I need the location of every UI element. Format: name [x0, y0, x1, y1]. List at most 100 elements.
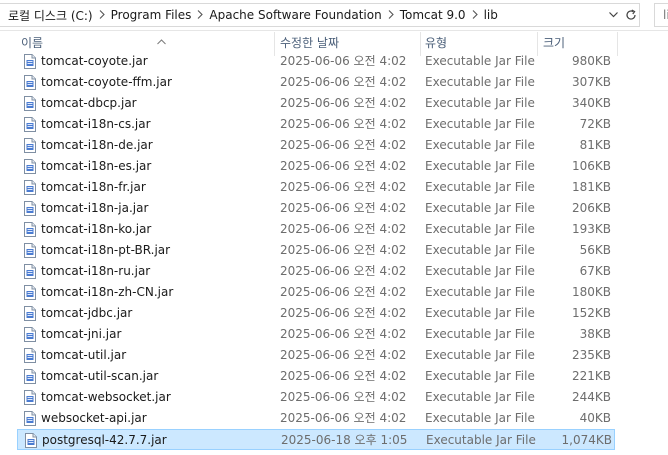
file-type: Executable Jar File: [425, 327, 535, 341]
column-header-date-label: 수정한 날짜: [280, 36, 340, 50]
file-row[interactable]: tomcat-i18n-zh-CN.jar 2025-06-06 오전 4:02 E…: [17, 282, 615, 303]
breadcrumb-item[interactable]: lib: [480, 8, 502, 22]
jar-file-icon: [23, 75, 37, 90]
file-name: tomcat-i18n-fr.jar: [41, 180, 146, 194]
jar-file-icon: [23, 327, 37, 342]
file-row[interactable]: tomcat-i18n-cs.jar 2025-06-06 오전 4:02 Exec…: [17, 114, 615, 135]
jar-file-icon: [23, 180, 37, 195]
jar-file-icon: [23, 264, 37, 279]
jar-file-icon: [24, 433, 38, 448]
chevron-right-icon[interactable]: [386, 9, 396, 22]
file-type: Executable Jar File: [425, 54, 535, 68]
breadcrumb-item[interactable]: Tomcat 9.0: [396, 8, 470, 22]
file-name: tomcat-i18n-zh-CN.jar: [41, 285, 174, 299]
file-date: 2025-06-06 오전 4:02: [280, 348, 407, 362]
refresh-button[interactable]: [622, 5, 640, 25]
file-size: 221KB: [571, 369, 611, 383]
file-size: 193KB: [571, 222, 611, 236]
file-date: 2025-06-18 오후 1:05: [281, 433, 408, 447]
file-size: 40KB: [579, 411, 611, 425]
file-date: 2025-06-06 오전 4:02: [280, 411, 407, 425]
chevron-right-icon[interactable]: [97, 9, 107, 22]
chevron-right-icon[interactable]: [470, 9, 480, 22]
file-type: Executable Jar File: [425, 75, 535, 89]
file-row[interactable]: tomcat-coyote-ffm.jar 2025-06-06 오전 4:02 E…: [17, 72, 615, 93]
file-size: 67KB: [579, 264, 611, 278]
file-date: 2025-06-06 오전 4:02: [280, 285, 407, 299]
breadcrumb[interactable]: 로컬 디스크 (C:) Program Files Apache Software …: [0, 3, 640, 27]
file-type: Executable Jar File: [425, 369, 535, 383]
file-name: tomcat-jni.jar: [41, 327, 122, 341]
file-date: 2025-06-06 오전 4:02: [280, 369, 407, 383]
address-bar: 로컬 디스크 (C:) Program Files Apache Software …: [0, 0, 668, 31]
jar-file-icon: [23, 243, 37, 258]
search-input[interactable]: lil: [654, 3, 668, 27]
file-date: 2025-06-06 오전 4:02: [280, 75, 407, 89]
file-name: tomcat-websocket.jar: [41, 390, 171, 404]
file-date: 2025-06-06 오전 4:02: [280, 222, 407, 236]
file-row[interactable]: websocket-api.jar 2025-06-06 오전 4:02 Execu…: [17, 408, 615, 429]
file-name: tomcat-util.jar: [41, 348, 127, 362]
file-date: 2025-06-06 오전 4:02: [280, 390, 407, 404]
file-type: Executable Jar File: [425, 159, 535, 173]
breadcrumb-item[interactable]: Program Files: [107, 8, 196, 22]
file-row[interactable]: tomcat-i18n-ru.jar 2025-06-06 오전 4:02 Exec…: [17, 261, 615, 282]
chevron-down-icon: [608, 12, 618, 18]
file-size: 152KB: [571, 306, 611, 320]
file-date: 2025-06-06 오전 4:02: [280, 180, 407, 194]
file-row[interactable]: tomcat-i18n-es.jar 2025-06-06 오전 4:02 Exec…: [17, 156, 615, 177]
column-divider[interactable]: [617, 32, 618, 56]
file-date: 2025-06-06 오전 4:02: [280, 54, 407, 68]
file-row[interactable]: tomcat-coyote.jar 2025-06-06 오전 4:02 Execu…: [17, 51, 615, 72]
file-date: 2025-06-06 오전 4:02: [280, 306, 407, 320]
file-type: Executable Jar File: [425, 201, 535, 215]
file-size: 180KB: [571, 285, 611, 299]
jar-file-icon: [23, 201, 37, 216]
file-row[interactable]: tomcat-jdbc.jar 2025-06-06 오전 4:02 Executa…: [17, 303, 615, 324]
file-name: tomcat-dbcp.jar: [41, 96, 137, 110]
file-name: tomcat-i18n-pt-BR.jar: [41, 243, 171, 257]
file-row[interactable]: tomcat-i18n-ja.jar 2025-06-06 오전 4:02 Exec…: [17, 198, 615, 219]
file-date: 2025-06-06 오전 4:02: [280, 96, 407, 110]
file-row[interactable]: tomcat-jni.jar 2025-06-06 오전 4:02 Executab…: [17, 324, 615, 345]
file-size: 980KB: [571, 54, 611, 68]
address-dropdown-button[interactable]: [604, 5, 622, 25]
file-size: 106KB: [571, 159, 611, 173]
jar-file-icon: [23, 411, 37, 426]
jar-file-icon: [23, 369, 37, 384]
file-name: tomcat-i18n-ru.jar: [41, 264, 151, 278]
file-row[interactable]: tomcat-websocket.jar 2025-06-06 오전 4:02 Ex…: [17, 387, 615, 408]
file-row[interactable]: tomcat-util-scan.jar 2025-06-06 오전 4:02 Ex…: [17, 366, 615, 387]
file-row[interactable]: tomcat-i18n-de.jar 2025-06-06 오전 4:02 Exec…: [17, 135, 615, 156]
file-type: Executable Jar File: [425, 138, 535, 152]
file-row[interactable]: tomcat-dbcp.jar 2025-06-06 오전 4:02 Executa…: [17, 93, 615, 114]
breadcrumb-item[interactable]: 로컬 디스크 (C:): [4, 7, 97, 24]
file-row[interactable]: postgresql-42.7.7.jar 2025-06-18 오후 1:05 E…: [17, 429, 615, 450]
file-date: 2025-06-06 오전 4:02: [280, 264, 407, 278]
breadcrumb-items: 로컬 디스크 (C:) Program Files Apache Software …: [4, 4, 502, 26]
file-type: Executable Jar File: [425, 180, 535, 194]
file-row[interactable]: tomcat-i18n-pt-BR.jar 2025-06-06 오전 4:02 E…: [17, 240, 615, 261]
column-header-size-label: 크기: [543, 36, 566, 50]
file-row[interactable]: tomcat-util.jar 2025-06-06 오전 4:02 Executa…: [17, 345, 615, 366]
jar-file-icon: [23, 54, 37, 69]
file-size: 72KB: [579, 117, 611, 131]
file-name: websocket-api.jar: [41, 411, 147, 425]
file-size: 38KB: [579, 327, 611, 341]
file-type: Executable Jar File: [425, 411, 535, 425]
file-row[interactable]: tomcat-i18n-fr.jar 2025-06-06 오전 4:02 Exec…: [17, 177, 615, 198]
jar-file-icon: [23, 285, 37, 300]
file-name: tomcat-coyote.jar: [41, 54, 148, 68]
jar-file-icon: [23, 306, 37, 321]
file-size: 307KB: [571, 75, 611, 89]
breadcrumb-item[interactable]: Apache Software Foundation: [205, 8, 385, 22]
jar-file-icon: [23, 348, 37, 363]
file-size: 235KB: [571, 348, 611, 362]
file-size: 340KB: [571, 96, 611, 110]
file-row[interactable]: tomcat-i18n-ko.jar 2025-06-06 오전 4:02 Exec…: [17, 219, 615, 240]
jar-file-icon: [23, 117, 37, 132]
file-name: tomcat-coyote-ffm.jar: [41, 75, 172, 89]
file-size: 1,074KB: [561, 433, 612, 447]
chevron-right-icon[interactable]: [195, 9, 205, 22]
file-type: Executable Jar File: [426, 433, 536, 447]
